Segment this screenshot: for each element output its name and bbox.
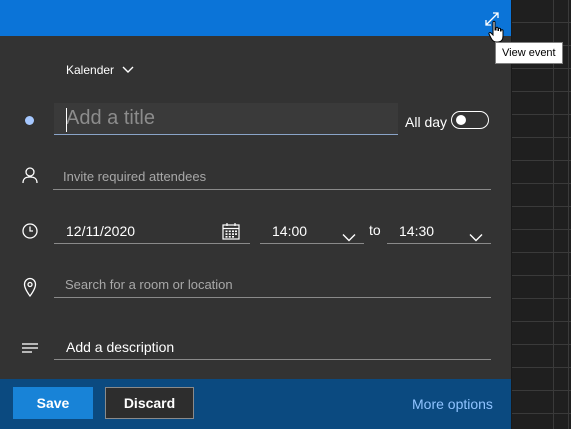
- new-event-dialog: Kalender All day Invite required attende…: [0, 0, 512, 429]
- start-time-value: 14:00: [272, 223, 308, 239]
- chevron-down-icon: [342, 224, 356, 250]
- grid-line: [553, 0, 554, 429]
- location-pin-icon: [20, 277, 40, 297]
- calendar-icon[interactable]: [222, 222, 240, 248]
- date-input[interactable]: 12/11/2020: [54, 218, 250, 244]
- discard-button[interactable]: Discard: [105, 387, 194, 419]
- date-value: 12/11/2020: [66, 223, 136, 239]
- toggle-knob: [456, 115, 466, 125]
- all-day-label: All day: [405, 114, 448, 130]
- clock-icon: [20, 221, 40, 241]
- calendar-select-label: Kalender: [66, 63, 115, 77]
- end-time-select[interactable]: 14:30: [387, 218, 491, 244]
- start-time-select[interactable]: 14:00: [260, 218, 364, 244]
- calendar-color-dot: [25, 116, 34, 125]
- description-label: Add a description: [66, 339, 175, 355]
- grid-line: [568, 0, 569, 429]
- description-input[interactable]: Add a description: [54, 334, 491, 360]
- chevron-down-icon: [122, 63, 134, 77]
- view-event-tooltip: View event: [495, 42, 563, 64]
- chevron-down-icon: [469, 224, 483, 250]
- more-options-link[interactable]: More options: [412, 396, 493, 412]
- background-calendar-grid: [511, 0, 571, 429]
- save-button[interactable]: Save: [13, 387, 93, 419]
- to-label: to: [369, 222, 381, 238]
- attendees-placeholder: Invite required attendees: [63, 169, 207, 184]
- location-placeholder: Search for a room or location: [65, 277, 233, 292]
- attendees-input[interactable]: Invite required attendees: [53, 164, 491, 190]
- dialog-header: [0, 0, 511, 36]
- all-day-toggle[interactable]: [451, 111, 489, 129]
- calendar-select[interactable]: Kalender: [66, 63, 134, 77]
- person-icon: [20, 165, 40, 185]
- location-input[interactable]: Search for a room or location: [54, 272, 491, 298]
- text-lines-icon: [20, 338, 40, 358]
- text-caret: [66, 108, 67, 132]
- title-input[interactable]: [54, 103, 398, 135]
- end-time-value: 14:30: [399, 223, 435, 239]
